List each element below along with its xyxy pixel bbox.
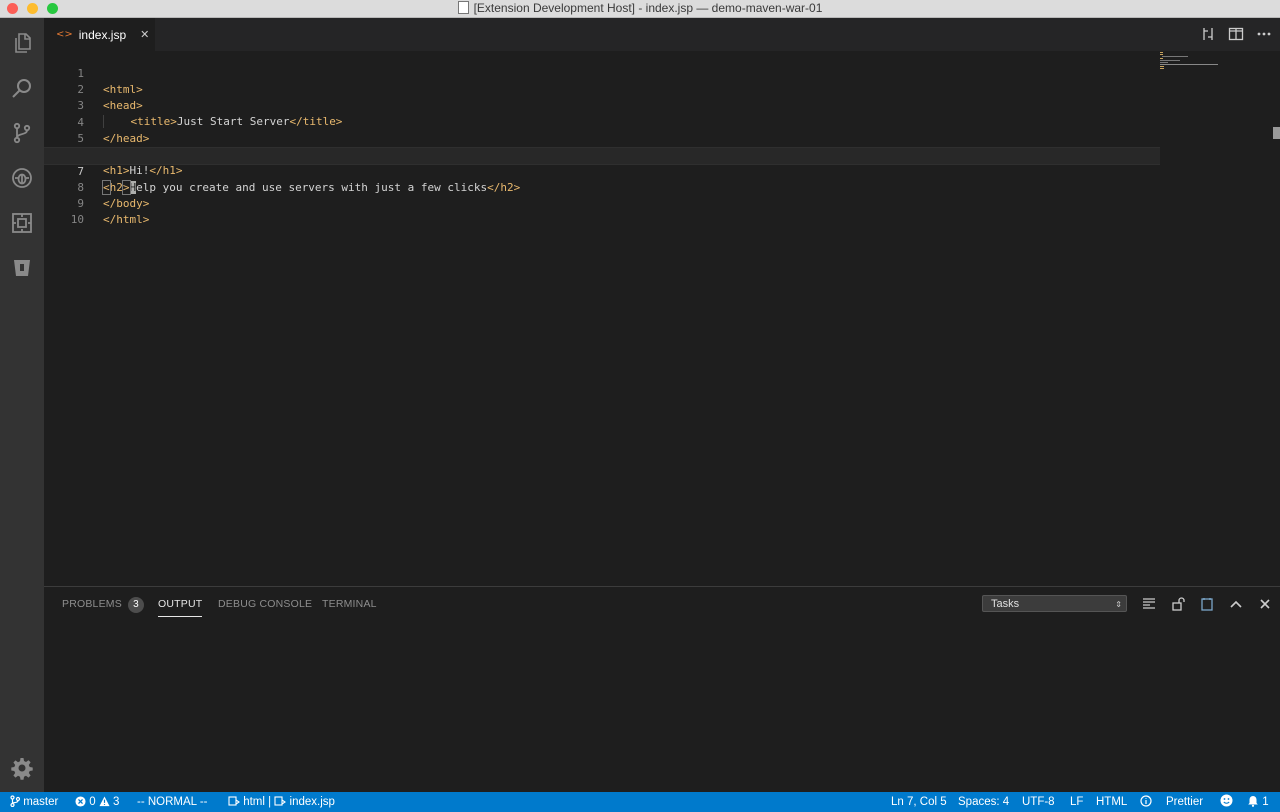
code-text: </html> <box>103 213 150 226</box>
branch-status[interactable]: master <box>10 792 58 812</box>
split-editor-icon[interactable] <box>1228 26 1244 42</box>
code-line: 3 <title>Just Start Server</title> <box>44 82 1160 128</box>
tab-debug-console[interactable]: DEBUG CONSOLE <box>218 587 312 621</box>
bottom-panel: PROBLEMS 3 OUTPUT DEBUG CONSOLE TERMINAL … <box>44 586 1280 793</box>
search-icon[interactable] <box>0 68 44 108</box>
vim-mode-status: -- NORMAL -- <box>137 796 208 808</box>
cursor-position[interactable]: Ln 7, Col 5 <box>891 792 947 812</box>
element-icon <box>228 796 240 806</box>
maximize-panel-icon[interactable] <box>1228 596 1244 612</box>
tab-label: index.jsp <box>78 27 127 42</box>
open-changes-icon[interactable] <box>1200 26 1216 42</box>
tomcat-icon[interactable] <box>0 248 44 288</box>
extensions-icon[interactable] <box>0 203 44 243</box>
file-icon <box>274 796 287 806</box>
close-tab-icon[interactable]: ✕ <box>140 28 149 41</box>
indentation-status[interactable]: Spaces: 4 <box>958 792 1009 812</box>
code-line-current: 7 <h2>Help you create and use servers wi… <box>44 147 1160 195</box>
warning-icon <box>99 796 110 807</box>
smiley-icon <box>1220 794 1233 807</box>
tab-terminal[interactable]: TERMINAL <box>322 587 377 621</box>
code-line: 4 </head> <box>44 99 1160 145</box>
encoding-status[interactable]: UTF-8 <box>1022 792 1055 812</box>
code-editor[interactable]: 1 <html> 2 <head> 3 <title>Just Start Se… <box>44 51 1280 586</box>
breadcrumb[interactable]: html | index.jsp <box>228 792 335 812</box>
tab-index-jsp[interactable]: <> index.jsp ✕ <box>44 18 155 51</box>
window-title: [Extension Development Host] - index.jsp… <box>0 1 1280 16</box>
code-line: 2 <head> <box>44 66 1160 112</box>
activity-bar <box>0 18 44 792</box>
problems-status[interactable]: 0 3 <box>75 792 119 812</box>
line-number: 10 <box>70 213 84 226</box>
debug-icon[interactable] <box>0 158 44 198</box>
select-arrows-icon: ⇕ <box>1115 600 1122 609</box>
code-line: 6 <h1>Hi!</h1> <box>44 131 1160 177</box>
formatter-status[interactable]: Prettier <box>1166 792 1203 812</box>
overview-ruler-marker <box>1273 127 1280 139</box>
explorer-icon[interactable] <box>0 23 44 63</box>
feedback-button[interactable] <box>1220 792 1233 812</box>
window-titlebar: [Extension Development Host] - index.jsp… <box>0 0 1280 18</box>
settings-gear-icon[interactable] <box>0 748 44 788</box>
clear-output-icon[interactable] <box>1141 596 1157 612</box>
git-branch-icon <box>10 795 21 808</box>
code-line: 1 <html> <box>44 50 1160 96</box>
live-share-status[interactable] <box>1140 792 1152 812</box>
info-circle-icon <box>1140 795 1152 807</box>
minimap[interactable] <box>1160 51 1220 81</box>
document-icon <box>457 1 469 14</box>
notifications-status[interactable]: 1 <box>1247 792 1269 812</box>
close-panel-icon[interactable] <box>1257 596 1273 612</box>
status-bar: master 0 3 -- NORMAL -- html | index.jsp… <box>0 792 1280 812</box>
problems-count-badge: 3 <box>127 597 144 613</box>
eol-status[interactable]: LF <box>1070 792 1083 812</box>
tab-problems[interactable]: PROBLEMS 3 <box>62 587 144 621</box>
open-log-icon[interactable] <box>1199 596 1215 612</box>
file-code-icon: <> <box>56 29 73 40</box>
lock-scroll-icon[interactable] <box>1170 596 1186 612</box>
code-line: 10 <box>44 196 1160 226</box>
error-icon <box>75 796 86 807</box>
tab-output[interactable]: OUTPUT <box>158 587 203 621</box>
code-line: 5 <body style="text-align: center"> <box>44 115 1160 161</box>
source-control-icon[interactable] <box>0 113 44 153</box>
editor-tab-strip: <> index.jsp ✕ <box>44 18 1280 51</box>
language-mode-status[interactable]: HTML <box>1096 792 1127 812</box>
more-actions-icon[interactable] <box>1256 26 1272 42</box>
output-channel-select[interactable]: Tasks ⇕ <box>982 595 1127 612</box>
bell-icon <box>1248 796 1258 807</box>
code-line: 8 </body> <box>44 164 1160 210</box>
code-line: 9 </html> <box>44 180 1160 226</box>
